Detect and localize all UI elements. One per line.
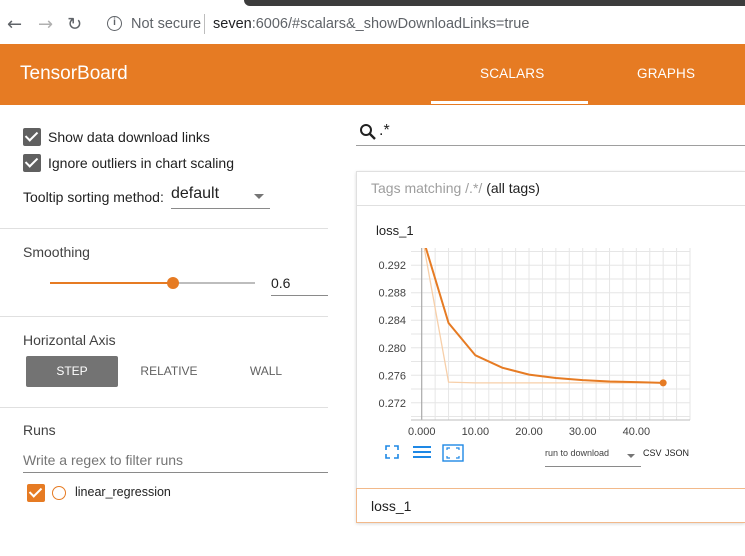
toggle-log-scale-icon[interactable]: [412, 444, 432, 460]
x-tick-label: 40.00: [623, 426, 651, 438]
chevron-down-icon: [627, 454, 635, 458]
loss-chart[interactable]: 0.272 0.276 0.280 0.284 0.288 0.292 0.000 10.00…: [356, 240, 706, 440]
y-tick-label: 0.280: [378, 343, 406, 355]
show-download-links-label[interactable]: Show data download links: [48, 129, 210, 145]
runs-title: Runs: [23, 422, 56, 438]
runs-filter-input[interactable]: Write a regex to filter runs: [23, 452, 328, 473]
tags-matching-prefix: Tags matching: [371, 180, 466, 196]
section-divider: [0, 316, 328, 317]
smoothing-slider-fill: [50, 282, 173, 284]
browser-tab-strip: [244, 0, 745, 6]
y-tick-label: 0.276: [378, 370, 406, 382]
info-icon[interactable]: i: [107, 16, 122, 31]
x-tick-label: 30.00: [569, 426, 597, 438]
tooltip-sorting-value: default: [171, 185, 220, 202]
x-tick-label: 10.00: [462, 426, 490, 438]
tooltip-sorting-label: Tooltip sorting method:: [23, 189, 164, 205]
tag-group-header[interactable]: Tags matching /.*/ (all tags): [357, 172, 745, 206]
section-divider: [0, 228, 328, 229]
x-tick-label: 0.000: [408, 426, 436, 438]
axis-relative-button[interactable]: RELATIVE: [123, 356, 215, 387]
section-divider: [0, 407, 328, 408]
fit-domain-icon[interactable]: [442, 444, 464, 462]
y-tick-label: 0.292: [378, 260, 406, 272]
smoothing-title: Smoothing: [23, 244, 90, 260]
tags-matching-label: Tags matching /.*/ (all tags): [371, 180, 540, 196]
tags-suffix: (all tags): [486, 180, 540, 196]
run-to-download-label: run to download: [545, 448, 610, 458]
forward-arrow-icon[interactable]: →: [38, 14, 53, 35]
sidebar: Show data download links Ignore outliers…: [0, 105, 330, 556]
url-separator: [204, 14, 205, 34]
tab-scalars[interactable]: SCALARS: [480, 66, 544, 81]
not-secure-label: Not secure: [131, 16, 202, 32]
show-download-links-checkbox[interactable]: [23, 128, 41, 146]
axis-wall-button[interactable]: WALL: [220, 356, 312, 387]
fullscreen-icon[interactable]: [384, 444, 400, 460]
browser-toolbar: ← → ↻ i Not secure seven:6006/#scalars&_…: [0, 0, 745, 49]
ignore-outliers-checkbox[interactable]: [23, 154, 41, 172]
app-title[interactable]: TensorBoard: [20, 63, 128, 85]
last-point-marker: [659, 379, 667, 387]
app-header: TensorBoard SCALARS GRAPHS: [0, 44, 745, 105]
y-tick-label: 0.272: [378, 398, 406, 410]
tooltip-sorting-select[interactable]: default: [171, 185, 270, 209]
search-underline: [356, 145, 745, 146]
ignore-outliers-label[interactable]: Ignore outliers in chart scaling: [48, 155, 234, 171]
horizontal-axis-title: Horizontal Axis: [23, 332, 116, 348]
url-host: seven: [213, 16, 252, 32]
search-icon: [360, 124, 376, 140]
y-tick-label: 0.284: [378, 315, 406, 327]
tags-regex: /.*/: [465, 180, 483, 196]
smoothing-slider[interactable]: [50, 277, 255, 289]
json-download-link[interactable]: JSON: [665, 448, 689, 458]
tag-group-title: loss_1: [371, 498, 412, 514]
reload-icon[interactable]: ↻: [67, 14, 82, 35]
tag-group-card-loss[interactable]: loss_1: [356, 488, 745, 523]
chart-title: loss_1: [376, 223, 414, 238]
tab-graphs[interactable]: GRAPHS: [637, 66, 695, 81]
run-color-indicator: [52, 486, 66, 500]
x-tick-label: 20.00: [515, 426, 543, 438]
smoothing-slider-handle[interactable]: [167, 277, 179, 289]
back-arrow-icon[interactable]: ←: [7, 14, 22, 35]
run-label[interactable]: linear_regression: [75, 485, 171, 499]
chevron-down-icon: [254, 194, 264, 199]
tag-search-input[interactable]: .*: [379, 122, 390, 140]
y-tick-label: 0.288: [378, 288, 406, 300]
run-checkbox[interactable]: [27, 484, 45, 502]
url-path: :6006/#scalars&_showDownloadLinks=true: [251, 16, 530, 32]
smoothing-value-input[interactable]: 0.6: [271, 275, 328, 296]
csv-download-link[interactable]: CSV: [643, 448, 662, 458]
run-to-download-select[interactable]: run to download: [545, 448, 641, 467]
axis-step-button[interactable]: STEP: [26, 356, 118, 387]
active-tab-indicator: [431, 101, 588, 104]
address-bar[interactable]: seven:6006/#scalars&_showDownloadLinks=t…: [213, 16, 529, 32]
